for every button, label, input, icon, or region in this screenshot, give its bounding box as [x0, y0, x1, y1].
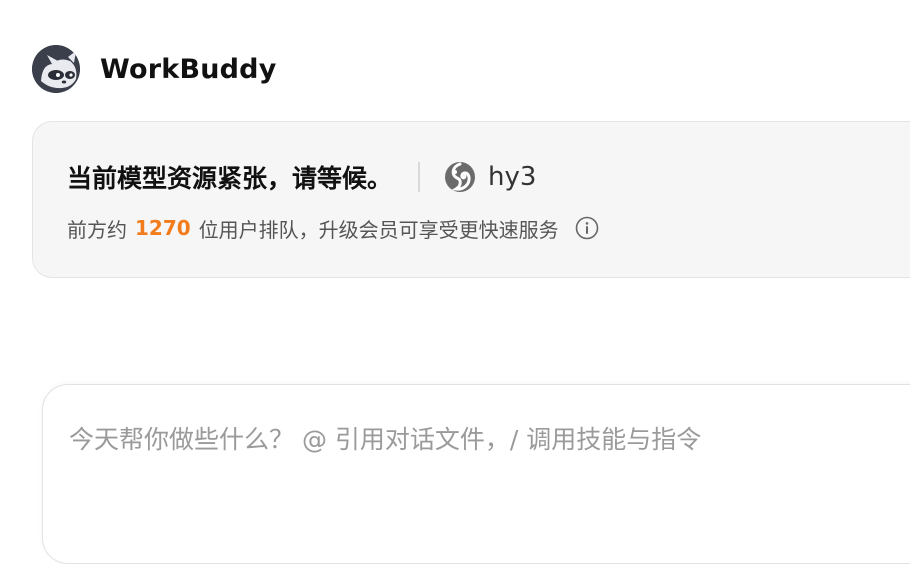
queue-suffix: 位用户排队，升级会员可享受更快速服务 [198, 217, 559, 242]
queue-status-row: 前方约 1270 位用户排队，升级会员可享受更快速服务 [67, 210, 599, 246]
queue-count: 1270 [135, 216, 191, 240]
app-title: WorkBuddy [100, 53, 277, 85]
divider [418, 162, 421, 192]
queue-notice-card: 当前模型资源紧张，请等候。 hy3 前方约 1270 位用户排队，升级会员可享受… [32, 121, 910, 278]
raccoon-avatar-icon [32, 45, 80, 93]
info-icon[interactable] [575, 216, 599, 240]
queue-prefix: 前方约 [67, 217, 127, 242]
model-name: hy3 [488, 162, 537, 192]
notice-title: 当前模型资源紧张，请等候。 [67, 164, 393, 193]
hy-model-icon [444, 161, 476, 193]
prompt-input[interactable] [69, 415, 909, 463]
notice-header-row: 当前模型资源紧张，请等候。 hy3 [67, 156, 536, 198]
app-header: WorkBuddy [32, 45, 277, 93]
prompt-composer[interactable] [42, 384, 910, 564]
